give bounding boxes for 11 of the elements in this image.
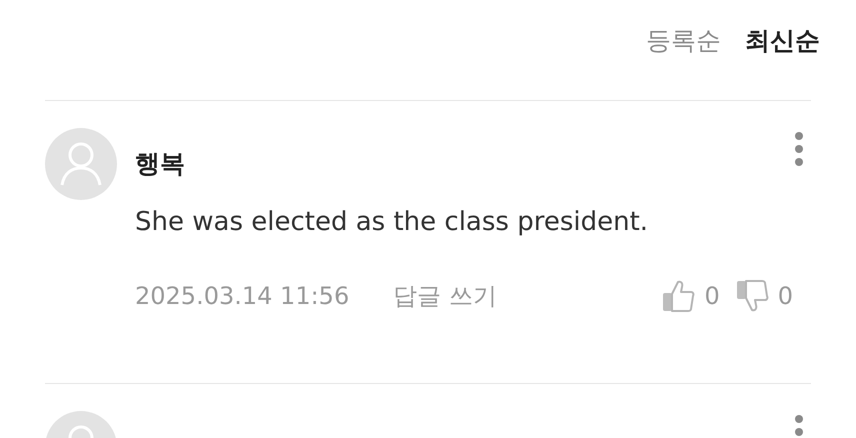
like-button[interactable]: 0 [662, 278, 720, 314]
comment-text: She was elected as the class president. [135, 206, 650, 238]
reply-link[interactable]: 답글 쓰기 [393, 278, 497, 314]
author-name: 행복 [135, 148, 185, 180]
comment-date: 2025.03.14 11:56 [135, 280, 350, 312]
sort-tab[interactable]: 최신순 [745, 22, 820, 60]
sort-tab[interactable]: 등록순 [646, 22, 721, 60]
dislike-button[interactable]: 0 [736, 278, 793, 314]
avatar-icon [45, 128, 117, 200]
thumbs-up-icon [662, 278, 696, 312]
thumbs-down-icon [736, 278, 770, 312]
